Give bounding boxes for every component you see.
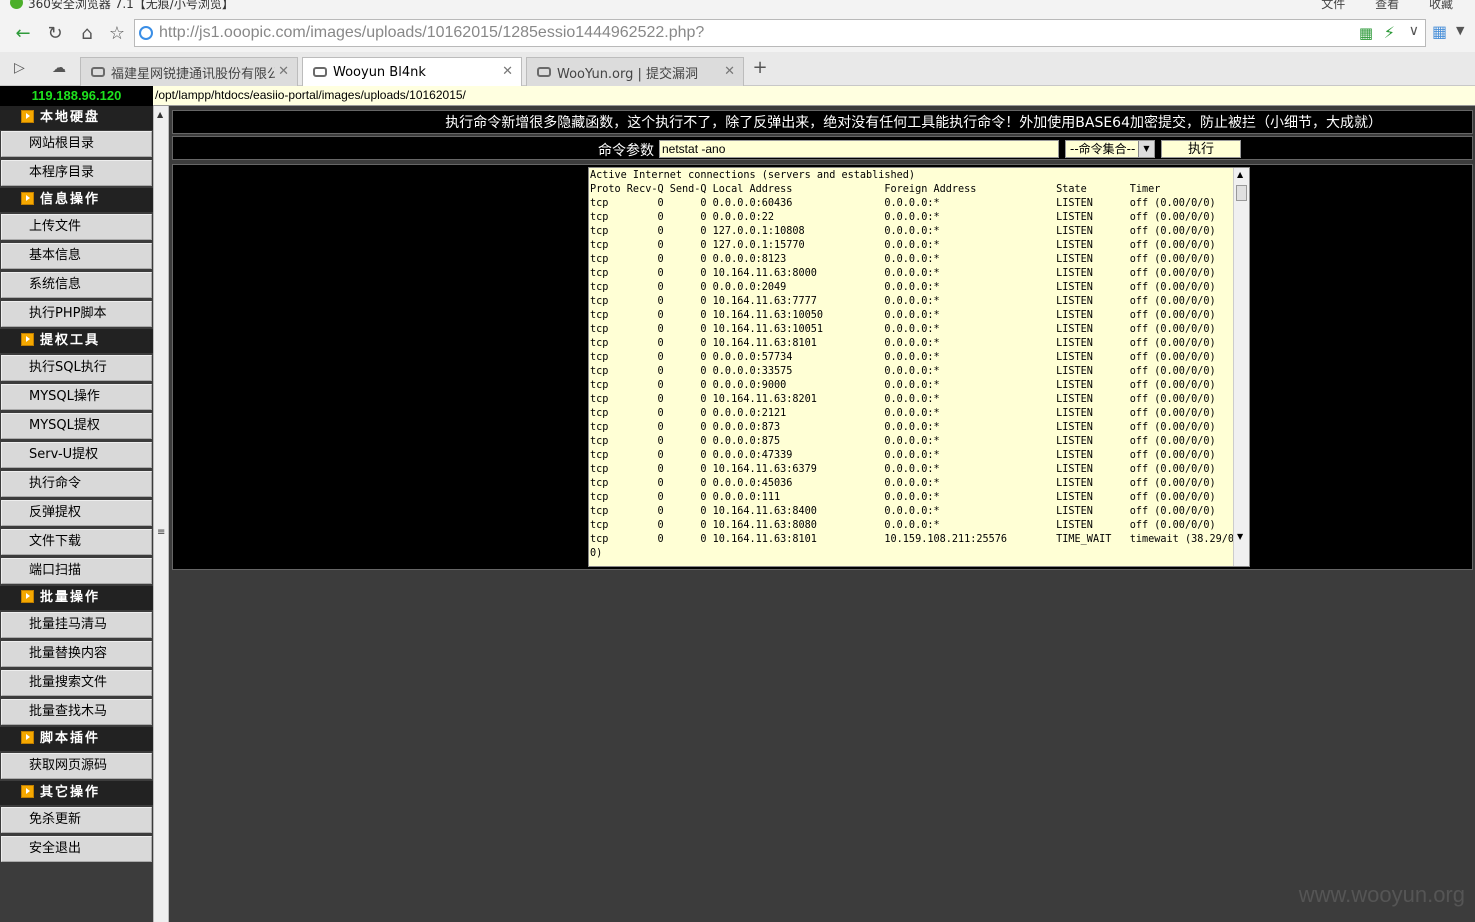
section-plugins: 脚本插件: [0, 727, 153, 751]
tab-label: WooYun.org | 提交漏洞: [557, 66, 699, 82]
section-privilege: 提权工具: [0, 329, 153, 353]
command-preset-select[interactable]: --命令集合-- ▼: [1065, 140, 1155, 158]
section-batch: 批量操作: [0, 586, 153, 610]
sidebar-item-batch-trojan[interactable]: 批量挂马清马: [1, 612, 152, 638]
command-row: 命令参数 --命令集合-- ▼ 执行: [172, 136, 1473, 160]
sidebar-item-batch-search[interactable]: 批量搜索文件: [1, 670, 152, 696]
sidebar-item-upload[interactable]: 上传文件: [1, 214, 152, 240]
sidebar-item-file-download[interactable]: 文件下载: [1, 529, 152, 555]
tab-favicon-icon: [537, 67, 551, 77]
menu-file[interactable]: 文件: [1321, 0, 1345, 11]
section-title: 提权工具: [40, 333, 101, 348]
arrow-icon: [21, 590, 34, 603]
sidebar-item-exec-php[interactable]: 执行PHP脚本: [1, 301, 152, 327]
sidebar-toggle-icon[interactable]: ▷: [14, 60, 25, 76]
current-path: /opt/lampp/htdocs/easiio-portal/images/u…: [153, 86, 1475, 106]
qr-icon[interactable]: ▦: [1359, 24, 1373, 42]
tab-bar: ▷ ☁ 福建星网锐捷通讯股份有限公司 ✕ Wooyun Bl4nk ✕ WooY…: [0, 52, 1475, 86]
tab-wooyun-submit[interactable]: WooYun.org | 提交漏洞 ✕: [526, 57, 744, 86]
close-icon[interactable]: ✕: [724, 64, 735, 79]
sidebar-item-update[interactable]: 免杀更新: [1, 807, 152, 833]
back-icon[interactable]: ←: [10, 20, 36, 46]
lightning-icon[interactable]: ⚡: [1384, 23, 1395, 42]
browser-logo-icon: [10, 0, 23, 9]
chevron-down-icon[interactable]: ∨: [1409, 23, 1419, 39]
tab-wooyun-bl4nk[interactable]: Wooyun Bl4nk ✕: [302, 57, 522, 86]
scroll-thumb[interactable]: [1236, 185, 1247, 201]
sidebar-item-exec-cmd[interactable]: 执行命令: [1, 471, 152, 497]
tab-label: Wooyun Bl4nk: [333, 64, 426, 80]
sidebar-item-port-scan[interactable]: 端口扫描: [1, 558, 152, 584]
section-title: 本地硬盘: [40, 110, 101, 125]
resize-grip-icon[interactable]: ≡: [157, 527, 165, 538]
output-panel: Active Internet connections (servers and…: [172, 164, 1473, 570]
section-title: 批量操作: [40, 590, 101, 605]
watermark: www.wooyun.org: [1298, 882, 1465, 907]
main-panel: 执行命令新增很多隐藏函数，这个执行不了，除了反弹出来，绝对没有任何工具能执行命令…: [170, 106, 1475, 922]
sidebar: 本地硬盘 网站根目录 本程序目录 信息操作 上传文件 基本信息 系统信息 执行P…: [0, 106, 153, 922]
chevron-down-icon[interactable]: ▼: [1138, 141, 1154, 157]
url-field[interactable]: ▦ ⚡ ∨: [134, 19, 1426, 47]
command-output[interactable]: Active Internet connections (servers and…: [588, 167, 1250, 567]
menu-favorites[interactable]: 收藏: [1429, 0, 1453, 11]
sidebar-item-web-root[interactable]: 网站根目录: [1, 131, 152, 157]
apps-icon[interactable]: ▦: [1432, 22, 1447, 41]
arrow-icon: [21, 192, 34, 205]
arrow-icon: [21, 333, 34, 346]
section-title: 信息操作: [40, 192, 101, 207]
scroll-up-icon[interactable]: ▲: [1237, 170, 1243, 179]
url-input[interactable]: [159, 22, 1339, 44]
arrow-icon: [21, 785, 34, 798]
tab-favicon-icon: [313, 67, 327, 77]
sidebar-item-logout[interactable]: 安全退出: [1, 836, 152, 862]
scroll-down-icon[interactable]: ▼: [1237, 532, 1243, 541]
new-tab-button[interactable]: +: [750, 58, 770, 78]
section-info: 信息操作: [0, 188, 153, 212]
sidebar-item-mysql-op[interactable]: MYSQL操作: [1, 384, 152, 410]
webshell-page: 119.188.96.120 /opt/lampp/htdocs/easiio-…: [0, 86, 1475, 922]
tab-favicon-icon: [91, 67, 105, 77]
command-output-text: Active Internet connections (servers and…: [590, 170, 1241, 559]
tab-fujian[interactable]: 福建星网锐捷通讯股份有限公司 ✕: [80, 57, 298, 86]
scroll-up-icon[interactable]: ▲: [157, 110, 163, 119]
sidebar-item-servu[interactable]: Serv-U提权: [1, 442, 152, 468]
command-label: 命令参数: [598, 143, 654, 159]
home-icon[interactable]: ⌂: [74, 20, 100, 46]
arrow-icon: [21, 731, 34, 744]
section-title: 其它操作: [40, 785, 101, 800]
notice-text: 执行命令新增很多隐藏函数，这个执行不了，除了反弹出来，绝对没有任何工具能执行命令…: [172, 110, 1473, 134]
output-scrollbar[interactable]: ▲ ▼: [1233, 168, 1249, 566]
sidebar-item-system-info[interactable]: 系统信息: [1, 272, 152, 298]
close-icon[interactable]: ✕: [502, 64, 513, 79]
sidebar-item-reverse-shell[interactable]: 反弹提权: [1, 500, 152, 526]
section-title: 脚本插件: [40, 731, 101, 746]
frame-scrollbar[interactable]: ▲ ≡: [153, 106, 169, 922]
command-input[interactable]: [659, 140, 1059, 158]
sidebar-item-mysql-priv[interactable]: MYSQL提权: [1, 413, 152, 439]
sidebar-item-program-dir[interactable]: 本程序目录: [1, 160, 152, 186]
section-other: 其它操作: [0, 781, 153, 805]
star-icon[interactable]: ☆: [104, 20, 130, 46]
tab-label: 福建星网锐捷通讯股份有限公司: [111, 66, 275, 82]
menu-view[interactable]: 查看: [1375, 0, 1399, 11]
section-local-disk: 本地硬盘: [0, 106, 153, 130]
browser-title-bar: 360安全浏览器 7.1【无痕/小号浏览】 文件 查看 收藏: [0, 0, 1475, 14]
address-bar: ← ↻ ⌂ ☆ ▦ ⚡ ∨ ▦ ▼: [0, 14, 1475, 52]
cloud-icon[interactable]: ☁: [52, 60, 66, 76]
browser-title: 360安全浏览器 7.1【无痕/小号浏览】: [28, 0, 234, 11]
sidebar-item-exec-sql[interactable]: 执行SQL执行: [1, 355, 152, 381]
apps-dropdown-icon[interactable]: ▼: [1456, 24, 1464, 37]
close-icon[interactable]: ✕: [278, 64, 289, 79]
sidebar-item-basic-info[interactable]: 基本信息: [1, 243, 152, 269]
sidebar-item-batch-find-trojan[interactable]: 批量查找木马: [1, 699, 152, 725]
globe-icon: [139, 26, 153, 40]
refresh-icon[interactable]: ↻: [42, 20, 68, 46]
server-ip: 119.188.96.120: [0, 86, 153, 106]
browser-menu: 文件 查看 收藏: [1295, 0, 1453, 12]
arrow-icon: [21, 110, 34, 123]
sidebar-item-batch-replace[interactable]: 批量替换内容: [1, 641, 152, 667]
command-preset-value: --命令集合--: [1070, 142, 1136, 156]
sidebar-item-get-source[interactable]: 获取网页源码: [1, 753, 152, 779]
execute-button[interactable]: 执行: [1161, 140, 1241, 158]
